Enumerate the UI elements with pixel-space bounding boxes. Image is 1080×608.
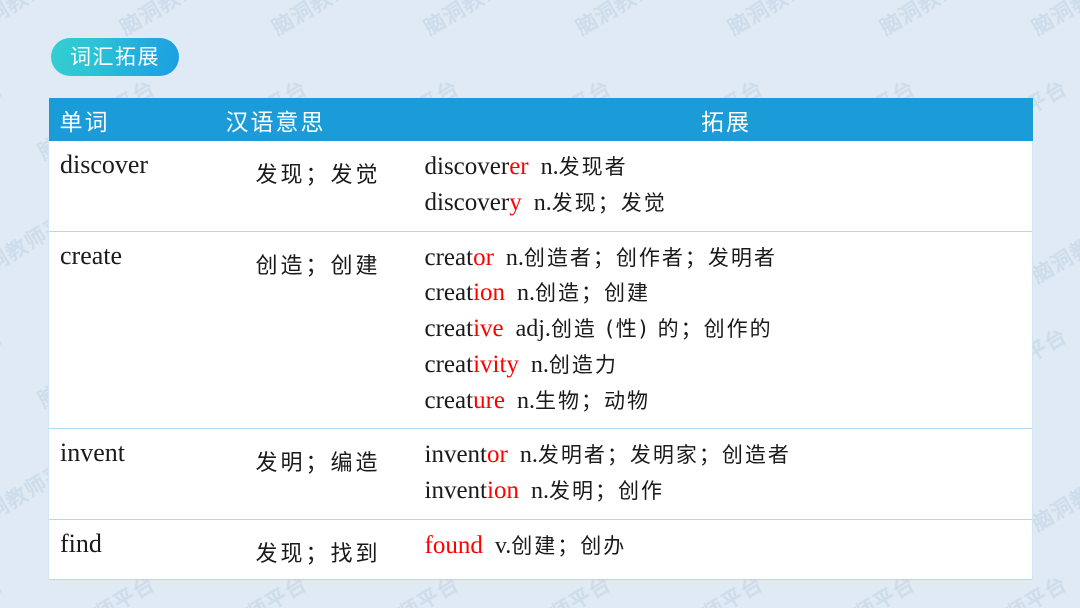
expansion-entry: creativity n.创造力 [425, 347, 1033, 383]
word-stem: discover [424, 188, 510, 216]
watermark-text: 脑洞教师平台 [722, 0, 851, 42]
cell-word: create [48, 231, 217, 429]
part-of-speech: n. [528, 154, 559, 180]
table-header-row: 单词 汉语意思 拓展 [48, 98, 1033, 141]
cell-meaning: 创造；创建 [216, 231, 420, 429]
cell-word: find [48, 519, 217, 580]
word-stem: creat [424, 315, 474, 342]
word-suffix-highlight: or [473, 243, 494, 271]
expansion-entry: discovery n.发现；发觉 [425, 185, 1033, 221]
expansion-entry: discoverer n.发现者 [425, 149, 1033, 185]
chinese-gloss: 创造 (性) 的；创作的 [550, 317, 773, 341]
cell-expansion: inventor n.发明者；发明家；创造者 invention n.发明；创作 [419, 428, 1033, 520]
watermark-text: 脑洞教师平台 [418, 0, 547, 42]
watermark-text: 脑洞教师平台 [0, 568, 8, 608]
word-stem: creat [424, 243, 474, 271]
vocabulary-expansion-table: 单词 汉语意思 拓展 discover 发现；发觉 discoverer n.发现者… [48, 98, 1033, 580]
table-row: invent 发明；编造 inventor n.发明者；发明家；创造者 inventi… [48, 428, 1033, 520]
word-stem: creat [424, 279, 474, 307]
cell-expansion: discoverer n.发现者 discovery n.发现；发觉 [419, 141, 1033, 231]
chinese-gloss: 生物；动物 [534, 388, 650, 413]
part-of-speech: n. [493, 244, 524, 271]
chinese-gloss: 发现；发觉 [551, 190, 667, 215]
expansion-entry: creative adj.创造 (性) 的；创作的 [425, 311, 1033, 347]
word-suffix-highlight: er [509, 153, 529, 180]
cell-expansion: found v.创建；创办 [419, 519, 1033, 580]
word-stem: creat [424, 386, 474, 414]
part-of-speech: v. [482, 532, 512, 559]
word-suffix-highlight: ion [473, 279, 506, 307]
chinese-gloss: 创造；创建 [535, 281, 651, 306]
watermark-text: 脑洞教师平台 [0, 76, 8, 165]
table-body: discover 发现；发觉 discoverer n.发现者 discovery n… [48, 141, 1033, 580]
word-suffix-highlight: ion [487, 477, 519, 504]
word-suffix-highlight: ive [473, 315, 504, 342]
table-row: find 发现；找到 found v.创建；创办 [48, 519, 1033, 580]
word-suffix-highlight: y [509, 188, 522, 216]
expansion-entry: inventor n.发明者；发明家；创造者 [425, 437, 1033, 473]
part-of-speech: n. [521, 189, 552, 216]
word-suffix-highlight: ure [473, 386, 505, 414]
watermark-text: 脑洞教师平台 [570, 0, 699, 42]
watermark-text: 脑洞教师平台 [1028, 200, 1080, 289]
watermark-text: 脑洞教师平台 [0, 324, 8, 413]
chinese-gloss: 发明者；发明家；创造者 [537, 443, 791, 468]
part-of-speech: n. [504, 387, 535, 414]
table-row: create 创造；创建 creator n.创造者；创作者；发明者 creation… [48, 231, 1033, 429]
expansion-entry: creation n.创造；创建 [425, 275, 1033, 311]
cell-word: invent [48, 428, 217, 520]
cell-expansion: creator n.创造者；创作者；发明者 creation n.创造；创建 cre… [419, 231, 1033, 429]
column-header-expansion: 拓展 [419, 98, 1033, 141]
word-stem: invent [424, 441, 488, 469]
chinese-gloss: 创造者；创作者；发明者 [523, 245, 777, 270]
watermark-text: 脑洞教师平台 [114, 0, 243, 42]
part-of-speech: n. [505, 280, 536, 307]
watermark-text: 脑洞教师平台 [266, 0, 395, 42]
chinese-gloss: 发明；创作 [548, 479, 664, 503]
word-stem: invent [424, 477, 488, 504]
cell-meaning: 发现；找到 [216, 519, 420, 580]
word-suffix-highlight: ivity [473, 350, 519, 378]
word-suffix-highlight: found [424, 531, 483, 559]
watermark-text: 脑洞教师平台 [1028, 448, 1080, 537]
word-stem: creat [424, 350, 474, 378]
chinese-gloss: 创造力 [548, 352, 618, 377]
watermark-text: 脑洞教师平台 [874, 0, 1003, 42]
expansion-entry: creator n.创造者；创作者；发明者 [425, 240, 1033, 276]
watermark-text: 脑洞教师平台 [1026, 0, 1080, 42]
part-of-speech: n. [518, 478, 549, 504]
expansion-entry: creature n.生物；动物 [425, 383, 1033, 419]
cell-meaning: 发现；发觉 [216, 141, 420, 231]
part-of-speech: n. [507, 442, 538, 469]
cell-meaning: 发明；编造 [216, 428, 420, 520]
word-suffix-highlight: or [487, 441, 508, 469]
column-header-word: 单词 [48, 98, 217, 141]
chinese-gloss: 发现者 [558, 155, 628, 179]
cell-word: discover [48, 141, 217, 231]
section-badge-label: 词汇拓展 [70, 44, 160, 69]
part-of-speech: adj. [503, 316, 551, 342]
chinese-gloss: 创建；创办 [511, 533, 627, 558]
table-row: discover 发现；发觉 discoverer n.发现者 discovery n… [48, 141, 1033, 231]
word-stem: discover [424, 153, 510, 180]
part-of-speech: n. [518, 351, 549, 378]
expansion-entry: invention n.发明；创作 [425, 473, 1033, 509]
column-header-meaning: 汉语意思 [216, 98, 420, 141]
expansion-entry: found v.创建；创办 [425, 528, 1033, 564]
watermark-text: 脑洞教师平台 [0, 0, 90, 42]
section-badge: 词汇拓展 [51, 38, 179, 76]
